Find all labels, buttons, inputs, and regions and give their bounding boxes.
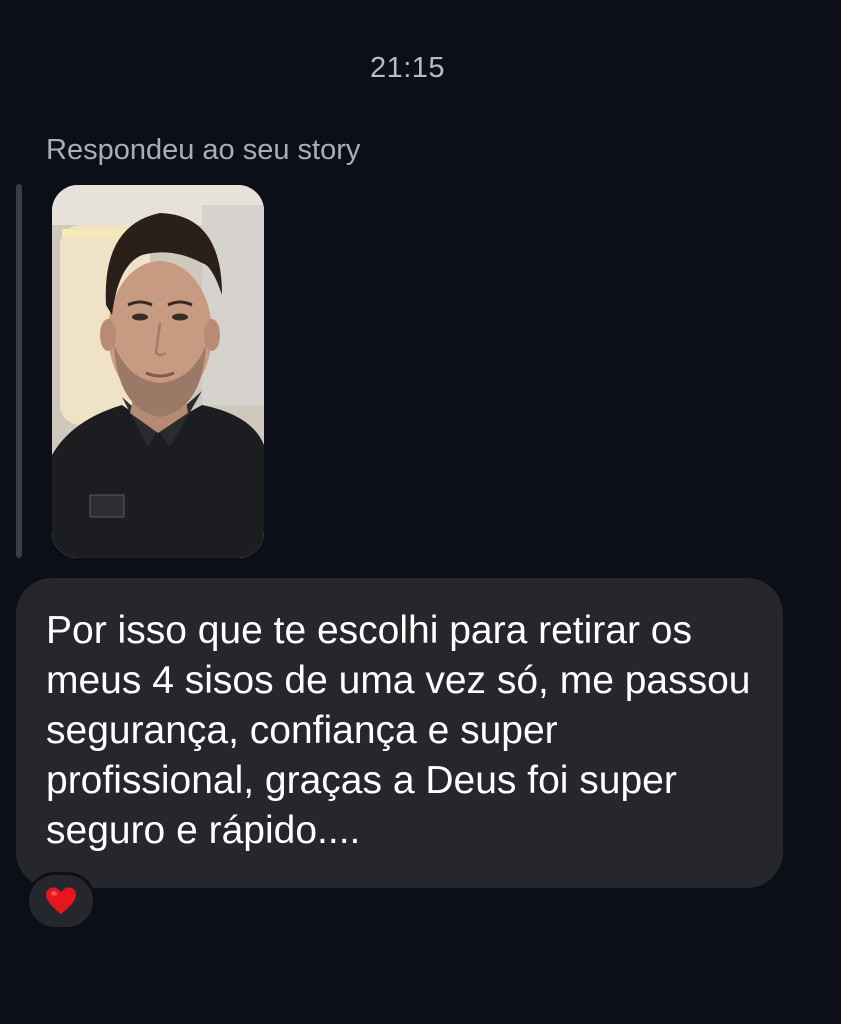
story-reply-label: Respondeu ao seu story xyxy=(46,134,361,166)
chat-screen: 21:15 Respondeu ao seu story Por isso qu… xyxy=(0,0,841,1024)
story-thumbnail[interactable] xyxy=(52,185,264,558)
story-photo xyxy=(52,185,264,558)
message-timestamp: 21:15 xyxy=(369,52,446,84)
reply-indicator-bar xyxy=(16,184,22,558)
heart-icon xyxy=(46,887,76,914)
message-text: Por isso que te escolhi para retirar os … xyxy=(46,609,751,852)
reaction-badge[interactable] xyxy=(26,872,96,930)
message-bubble[interactable]: Por isso que te escolhi para retirar os … xyxy=(16,578,783,888)
